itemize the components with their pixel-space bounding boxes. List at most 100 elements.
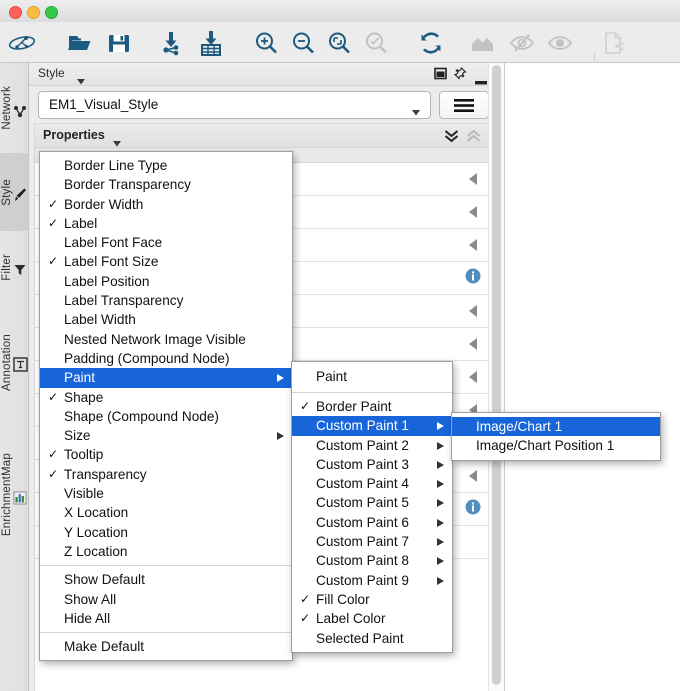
sidebar-item-network[interactable]: Network [0,63,28,153]
refresh-icon[interactable] [417,29,445,57]
menu-item-label-transparency[interactable]: Label Transparency [40,291,292,310]
menu-item-label: Border Paint [316,399,392,414]
menu-item-label: Nested Network Image Visible [64,331,246,347]
menu-item-label-color[interactable]: ✓ Label Color [292,609,452,628]
sidebar-item-enrichmentmap[interactable]: EnrichmentMap [0,421,28,569]
menu-item-padding-compound-node[interactable]: Padding (Compound Node) [40,349,292,368]
window-close-button[interactable] [9,6,22,19]
menu-item-fill-color[interactable]: ✓ Fill Color [292,590,452,609]
menu-item-custom-paint-6[interactable]: Custom Paint 6 [292,513,452,532]
sidebar-item-style[interactable]: Style [0,153,28,231]
menu-item-hide-all[interactable]: Hide All [40,609,292,628]
sidebar-item-filter[interactable]: Filter [0,231,28,303]
menu-item-label-font-face[interactable]: Label Font Face [40,233,292,252]
row-arrow-icon[interactable] [469,338,477,350]
custom-paint-1-submenu[interactable]: Image/Chart 1 Image/Chart Position 1 [451,412,661,461]
row-arrow-icon[interactable] [469,371,477,383]
pin-window-button[interactable] [453,67,467,85]
menu-item-label-font-size[interactable]: ✓ Label Font Size [40,252,292,271]
menu-item-custom-paint-3[interactable]: Custom Paint 3 [292,455,452,474]
float-window-button[interactable] [434,67,447,85]
left-tab-strip: Network Style Filter Annotation Enrichme… [0,63,29,691]
menu-item-label-width[interactable]: Label Width [40,310,292,329]
enrichmentmap-icon [13,491,27,505]
style-options-button[interactable] [439,91,489,119]
menu-item-image-chart-1[interactable]: Image/Chart 1 [452,417,660,437]
row-arrow-icon[interactable] [469,305,477,317]
properties-label: Properties [43,128,105,142]
menu-item-label[interactable]: ✓ Label [40,214,292,233]
check-icon: ✓ [300,399,311,413]
menu-item-shape-compound-node[interactable]: Shape (Compound Node) [40,407,292,426]
info-icon[interactable] [465,499,481,520]
menu-item-custom-paint-1[interactable]: Custom Paint 1 [292,416,452,436]
menu-item-transparency[interactable]: ✓ Transparency [40,465,292,484]
check-icon: ✓ [48,389,59,404]
paint-submenu[interactable]: Paint ✓ Border Paint Custom Paint 1 Custom P… [291,361,453,653]
check-icon: ✓ [48,447,59,462]
menu-item-visible[interactable]: Visible [40,484,292,503]
window-maximize-button[interactable] [45,6,58,19]
menu-item-label: Image/Chart Position 1 [476,438,615,454]
sidebar-item-network-label: Network [1,86,13,130]
menu-item-shape[interactable]: ✓ Shape [40,388,292,407]
menu-item-label: Border Width [64,196,144,212]
menu-item-z-location[interactable]: Z Location [40,542,292,561]
menu-item-show-all[interactable]: Show All [40,590,292,609]
menu-item-label: Make Default [64,639,145,655]
double-chevron-up-icon[interactable] [466,128,481,145]
menu-item-label: Label Position [64,273,150,289]
menu-item-selected-paint[interactable]: Selected Paint [292,629,452,648]
visual-style-combobox[interactable]: EM1_Visual_Style [38,91,431,119]
row-arrow-icon[interactable] [469,206,477,218]
import-network-icon[interactable] [158,29,186,57]
menu-item-tooltip[interactable]: ✓ Tooltip [40,445,292,464]
menu-item-border-paint[interactable]: ✓ Border Paint [292,397,452,416]
menu-item-custom-paint-5[interactable]: Custom Paint 5 [292,493,452,512]
menu-item-make-default[interactable]: Make Default [40,637,292,656]
properties-menu[interactable]: Border Line Type Border Transparency ✓ Bord… [39,151,293,662]
menu-item-show-default[interactable]: Show Default [40,570,292,589]
menu-item-image-chart-position-1[interactable]: Image/Chart Position 1 [452,436,660,455]
sidebar-item-filter-label: Filter [1,253,13,281]
save-icon[interactable] [105,29,133,57]
row-arrow-icon[interactable] [469,470,477,482]
row-arrow-icon[interactable] [469,173,477,185]
import-table-icon[interactable] [197,29,225,57]
zoom-fit-icon[interactable] [325,29,353,57]
network-canvas[interactable] [504,63,680,691]
zoom-in-icon[interactable] [252,29,280,57]
double-chevron-down-icon[interactable] [444,128,459,145]
submenu-arrow-icon [437,557,444,566]
menu-item-paint[interactable]: Paint [40,368,292,388]
style-panel-header: Style [29,63,495,86]
open-folder-icon[interactable] [66,29,94,57]
menu-item-x-location[interactable]: X Location [40,503,292,522]
menu-item-label-position[interactable]: Label Position [40,272,292,291]
menu-item-nested-network-image-visible[interactable]: Nested Network Image Visible [40,330,292,349]
menu-item-size[interactable]: Size [40,426,292,445]
info-icon[interactable] [465,268,481,289]
menu-item-custom-paint-2[interactable]: Custom Paint 2 [292,436,452,455]
window-minimize-button[interactable] [27,6,40,19]
visual-style-value: EM1_Visual_Style [49,97,159,112]
zoom-selected-icon [362,29,390,57]
menu-item-custom-paint-7[interactable]: Custom Paint 7 [292,532,452,551]
menu-item-border-transparency[interactable]: Border Transparency [40,175,292,194]
sidebar-item-style-label: Style [1,178,13,206]
cytoscape-logo-icon[interactable] [8,29,36,57]
scrollbar-thumb[interactable] [492,65,501,685]
menu-item-custom-paint-8[interactable]: Custom Paint 8 [292,551,452,570]
menu-item-y-location[interactable]: Y Location [40,523,292,542]
row-arrow-icon[interactable] [469,239,477,251]
menu-item-border-width[interactable]: ✓ Border Width [40,195,292,214]
properties-bar[interactable]: Properties [34,123,492,148]
menu-item-custom-paint-4[interactable]: Custom Paint 4 [292,474,452,493]
sidebar-item-annotation[interactable]: Annotation [0,303,28,421]
menu-item-border-line-type[interactable]: Border Line Type [40,156,292,175]
menu-item-label: Transparency [64,466,147,482]
style-panel-scrollbar[interactable] [488,63,504,691]
menu-item-custom-paint-9[interactable]: Custom Paint 9 [292,571,452,590]
zoom-out-icon[interactable] [289,29,317,57]
style-panel-title: Style [38,66,65,80]
